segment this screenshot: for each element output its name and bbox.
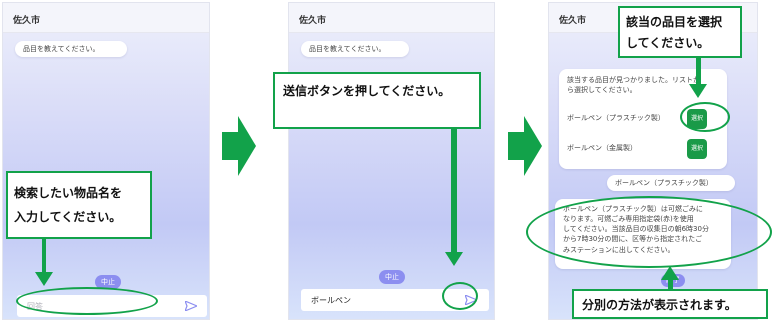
arrow-shaft-step4 bbox=[668, 279, 673, 289]
instruction-callout-step3: 該当の品目を選択 してください。 bbox=[618, 6, 742, 58]
arrow-shaft-step2 bbox=[451, 129, 457, 253]
arrow-head-step3 bbox=[689, 84, 707, 98]
bot-message-prompt: 品目を教えてください。 bbox=[15, 41, 127, 57]
arrow-head-step2 bbox=[445, 252, 463, 266]
arrow-head-step4 bbox=[661, 266, 679, 280]
chat-screen-step1: 佐久市 品目を教えてください。 中止 回答 bbox=[2, 2, 210, 320]
chat-screen-step2: 佐久市 品目を教えてください。 中止 ボールペン bbox=[288, 2, 495, 320]
user-message-choice: ボールペン（プラスチック製） bbox=[607, 175, 735, 191]
highlight-oval-answer bbox=[526, 196, 772, 268]
header-city-name: 佐久市 bbox=[3, 3, 209, 33]
highlight-oval-send bbox=[442, 282, 478, 310]
header-city-name: 佐久市 bbox=[289, 3, 494, 33]
arrow-head-step1 bbox=[35, 272, 53, 286]
highlight-oval-input bbox=[16, 287, 158, 315]
callout-step1-line2: 入力してください。 bbox=[14, 210, 122, 224]
arrow-shaft-step1 bbox=[42, 239, 46, 273]
step-arrow-1-icon bbox=[222, 116, 256, 176]
bot-message-prompt: 品目を教えてください。 bbox=[301, 41, 409, 57]
arrow-shaft-step3 bbox=[696, 58, 701, 86]
step-arrow-2-icon bbox=[508, 116, 542, 176]
result-callout: 分別の方法が表示されます。 bbox=[572, 289, 768, 319]
send-icon[interactable] bbox=[185, 301, 197, 311]
stop-button[interactable]: 中止 bbox=[379, 270, 405, 284]
callout-step3-line2: してください。 bbox=[626, 36, 710, 50]
instruction-callout-step1: 検索したい物品名を 入力してください。 bbox=[6, 171, 152, 239]
result-item-1: ボールペン（プラスチック製） bbox=[567, 114, 665, 122]
callout-step3-line1: 該当の品目を選択 bbox=[626, 15, 723, 29]
highlight-oval-select bbox=[680, 102, 730, 132]
callout-step1-line1: 検索したい物品名を bbox=[14, 186, 123, 200]
select-button-item2[interactable]: 選択 bbox=[687, 139, 707, 159]
instruction-callout-step2: 送信ボタンを押してください。 bbox=[273, 72, 481, 129]
result-item-2: ボールペン（金属製） bbox=[567, 144, 637, 152]
